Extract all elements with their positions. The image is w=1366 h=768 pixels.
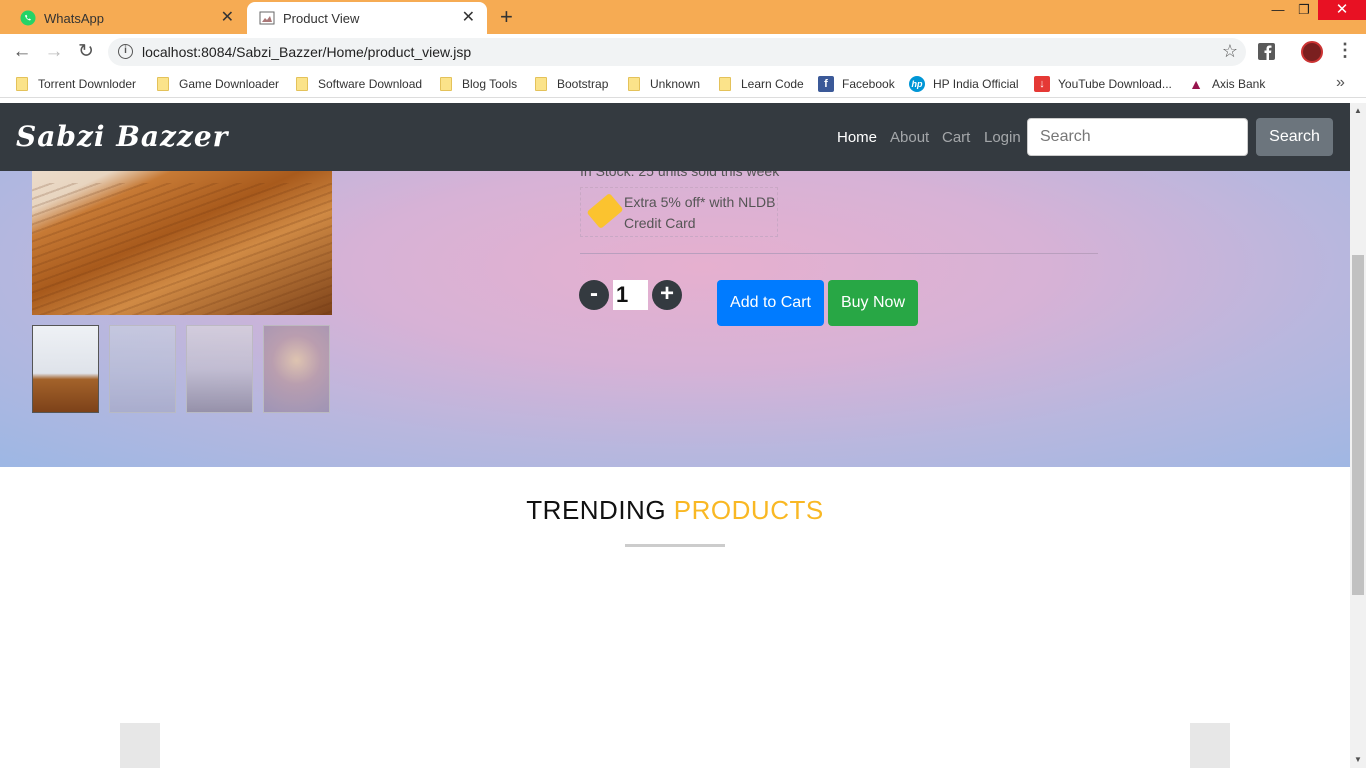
- folder-icon: [535, 77, 547, 91]
- offer-box: Extra 5% off* with NLDB Credit Card: [580, 187, 778, 237]
- bookmark-game-downloader[interactable]: Game Downloader: [157, 76, 279, 92]
- reload-icon[interactable]: ↻: [74, 40, 98, 64]
- buy-now-button[interactable]: Buy Now: [828, 280, 918, 326]
- nav-login-link[interactable]: Login: [984, 129, 1021, 146]
- product-thumbnail[interactable]: [109, 325, 176, 413]
- bookmark-software-download[interactable]: Software Download: [296, 76, 422, 92]
- tab-product-view[interactable]: Product View ✕: [247, 2, 487, 34]
- carousel-prev-button[interactable]: [120, 723, 160, 768]
- folder-icon: [157, 77, 169, 91]
- folder-icon: [628, 77, 640, 91]
- nav-home-link[interactable]: Home: [837, 129, 877, 146]
- product-thumbnail[interactable]: [186, 325, 253, 413]
- trending-products-heading: TRENDING PRODUCTS: [526, 495, 824, 525]
- folder-icon: [440, 77, 452, 91]
- bookmark-blog-tools[interactable]: Blog Tools: [440, 76, 517, 92]
- menu-kebab-icon[interactable]: ⋮: [1336, 40, 1354, 61]
- scroll-down-icon[interactable]: ▼: [1350, 752, 1366, 768]
- folder-icon: [16, 77, 28, 91]
- product-thumbnail[interactable]: [32, 325, 99, 413]
- quantity-input[interactable]: [613, 280, 648, 310]
- facebook-icon: f: [818, 76, 834, 92]
- browser-toolbar: ← → ↻ i localhost:8084/Sabzi_Bazzer/Home…: [0, 34, 1366, 70]
- product-thumbnail[interactable]: [263, 325, 330, 413]
- restore-icon[interactable]: ❐: [1292, 0, 1316, 20]
- bookmark-bootstrap[interactable]: Bootstrap: [535, 76, 608, 92]
- facebook-extension-icon[interactable]: [1258, 43, 1275, 60]
- bookmark-youtube-download[interactable]: ↓ YouTube Download...: [1034, 76, 1172, 92]
- download-icon: ↓: [1034, 76, 1050, 92]
- hp-icon: hp: [909, 76, 925, 92]
- quantity-increase-button[interactable]: +: [652, 280, 682, 310]
- search-button[interactable]: Search: [1256, 118, 1333, 156]
- bookmark-hp-india[interactable]: hp HP India Official: [909, 76, 1019, 92]
- scrollbar-thumb[interactable]: [1352, 255, 1364, 595]
- add-to-cart-button[interactable]: Add to Cart: [717, 280, 824, 326]
- info-icon[interactable]: i: [118, 44, 133, 59]
- axis-bank-icon: ▲: [1189, 76, 1203, 92]
- quantity-decrease-button[interactable]: -: [579, 280, 609, 310]
- nav-cart-link[interactable]: Cart: [942, 129, 970, 146]
- scroll-up-icon[interactable]: ▲: [1350, 103, 1366, 119]
- site-logo[interactable]: Sabzi Bazzer: [16, 120, 228, 153]
- carousel-next-button[interactable]: [1190, 723, 1230, 768]
- close-tab-icon[interactable]: ✕: [462, 10, 475, 26]
- bookmark-unknown[interactable]: Unknown: [628, 76, 700, 92]
- close-tab-icon[interactable]: ✕: [221, 10, 234, 26]
- url-text: localhost:8084/Sabzi_Bazzer/Home/product…: [142, 44, 472, 60]
- page-icon: [259, 10, 275, 26]
- profile-avatar[interactable]: [1301, 41, 1323, 63]
- bookmark-torrent-downloder[interactable]: Torrent Downloder: [16, 76, 136, 92]
- offer-text: Extra 5% off* with NLDB Credit Card: [624, 194, 776, 231]
- page-viewport: In Stock: 25 units sold this week Extra …: [0, 103, 1350, 768]
- divider: [580, 253, 1098, 254]
- tab-title: WhatsApp: [44, 10, 104, 26]
- bookmarks-bar: Torrent Downloder Game Downloader Softwa…: [0, 70, 1366, 98]
- tab-title: Product View: [283, 10, 360, 26]
- back-icon[interactable]: ←: [10, 40, 34, 64]
- forward-icon[interactable]: →: [42, 40, 66, 64]
- folder-icon: [296, 77, 308, 91]
- page-scrollbar[interactable]: ▲ ▼: [1350, 103, 1366, 768]
- window-close-icon[interactable]: ✕: [1318, 0, 1366, 20]
- address-bar[interactable]: i localhost:8084/Sabzi_Bazzer/Home/produ…: [108, 38, 1246, 66]
- bookmark-axis-bank[interactable]: ▲ Axis Bank: [1188, 76, 1265, 92]
- whatsapp-icon: [20, 10, 36, 26]
- folder-icon: [719, 77, 731, 91]
- tab-whatsapp[interactable]: WhatsApp ✕: [0, 2, 246, 34]
- bookmark-learn-code[interactable]: Learn Code: [719, 76, 804, 92]
- nav-about-link[interactable]: About: [890, 129, 929, 146]
- new-tab-icon[interactable]: +: [500, 6, 513, 28]
- minimize-icon[interactable]: —: [1266, 0, 1290, 20]
- bookmark-facebook[interactable]: f Facebook: [818, 76, 895, 92]
- heading-underline: [625, 544, 725, 547]
- search-input[interactable]: [1027, 118, 1248, 156]
- more-bookmarks-icon[interactable]: »: [1336, 74, 1345, 92]
- bookmark-star-icon[interactable]: ☆: [1222, 41, 1238, 62]
- browser-tab-strip: WhatsApp ✕ Product View ✕ + — ❐ ✕: [0, 0, 1366, 34]
- site-navbar: Sabzi Bazzer Home About Cart Login Searc…: [0, 103, 1350, 171]
- price-tag-icon: [586, 192, 624, 230]
